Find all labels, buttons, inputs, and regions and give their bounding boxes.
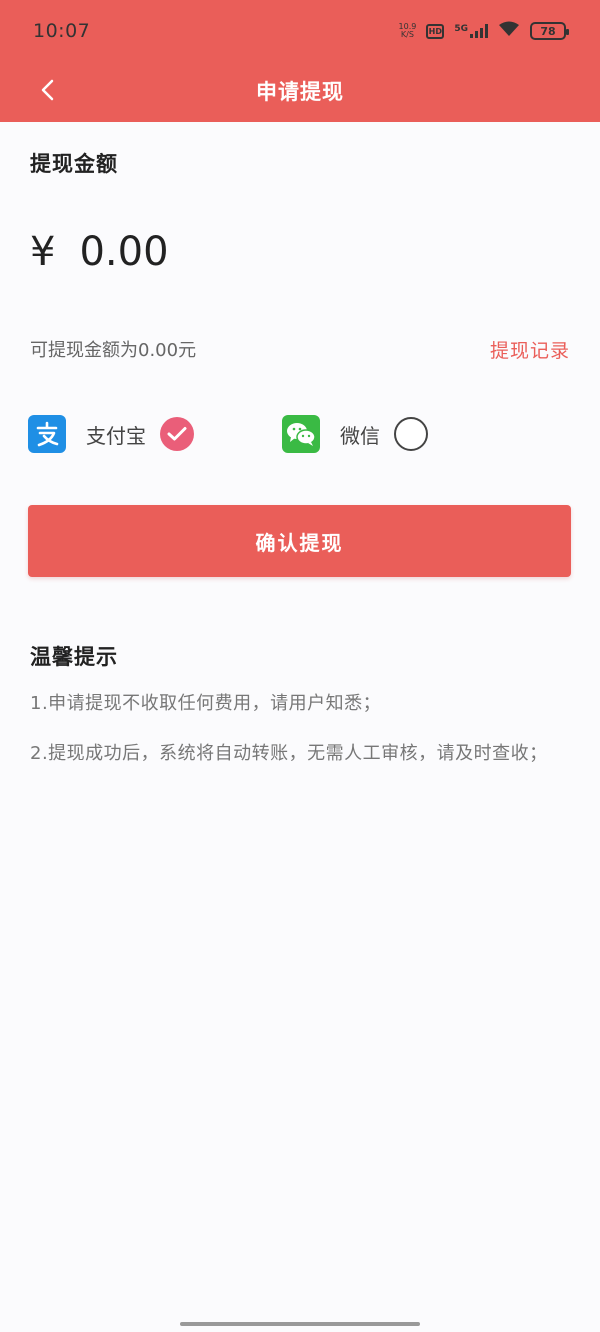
alipay-icon [28,415,66,453]
page-title: 申请提现 [256,80,344,104]
network-speed: 10.9 K/S [398,22,417,39]
withdraw-record-link[interactable]: 提现记录 [490,336,570,363]
radio-checked-alipay[interactable] [160,417,194,451]
battery-icon: 78 [530,22,569,40]
available-balance: 可提现金额为0.00元 [30,340,197,361]
tip-item: 2.提现成功后，系统将自动转账，无需人工审核，请及时查收； [30,743,548,764]
hd-icon: HD [426,23,445,39]
payment-label-wechat: 微信 [340,423,380,448]
wifi-icon [498,21,520,41]
check-icon [167,427,187,441]
amount-row: ¥ [30,222,500,282]
status-bar: 10:07 10.9 K/S HD 5G 78 [0,0,600,62]
withdraw-page: 10:07 10.9 K/S HD 5G 78 申请提现 提现金额 ¥ 0.00… [0,0,600,1332]
tip-item: 1.申请提现不收取任何费用，请用户知悉； [30,693,382,714]
confirm-withdraw-button[interactable]: 确认提现 [28,505,571,577]
status-time: 10:07 [33,20,91,42]
amount-input[interactable] [79,229,500,275]
payment-option-alipay[interactable]: 支付宝 [28,413,194,455]
radio-unchecked-wechat[interactable] [394,417,428,451]
payment-option-wechat[interactable]: 微信 [282,413,428,455]
currency-symbol: ¥ [30,229,56,275]
tips-title: 温馨提示 [30,645,118,669]
header: 10:07 10.9 K/S HD 5G 78 申请提现 [0,0,600,122]
status-icons: 10.9 K/S HD 5G 78 [398,20,569,42]
payment-label-alipay: 支付宝 [86,423,146,448]
nav-bar: 申请提现 [0,62,600,122]
amount-label: 提现金额 [30,152,118,176]
wechat-icon [282,415,320,453]
home-indicator[interactable] [180,1322,420,1326]
cellular-signal-icon: 5G [454,24,488,38]
